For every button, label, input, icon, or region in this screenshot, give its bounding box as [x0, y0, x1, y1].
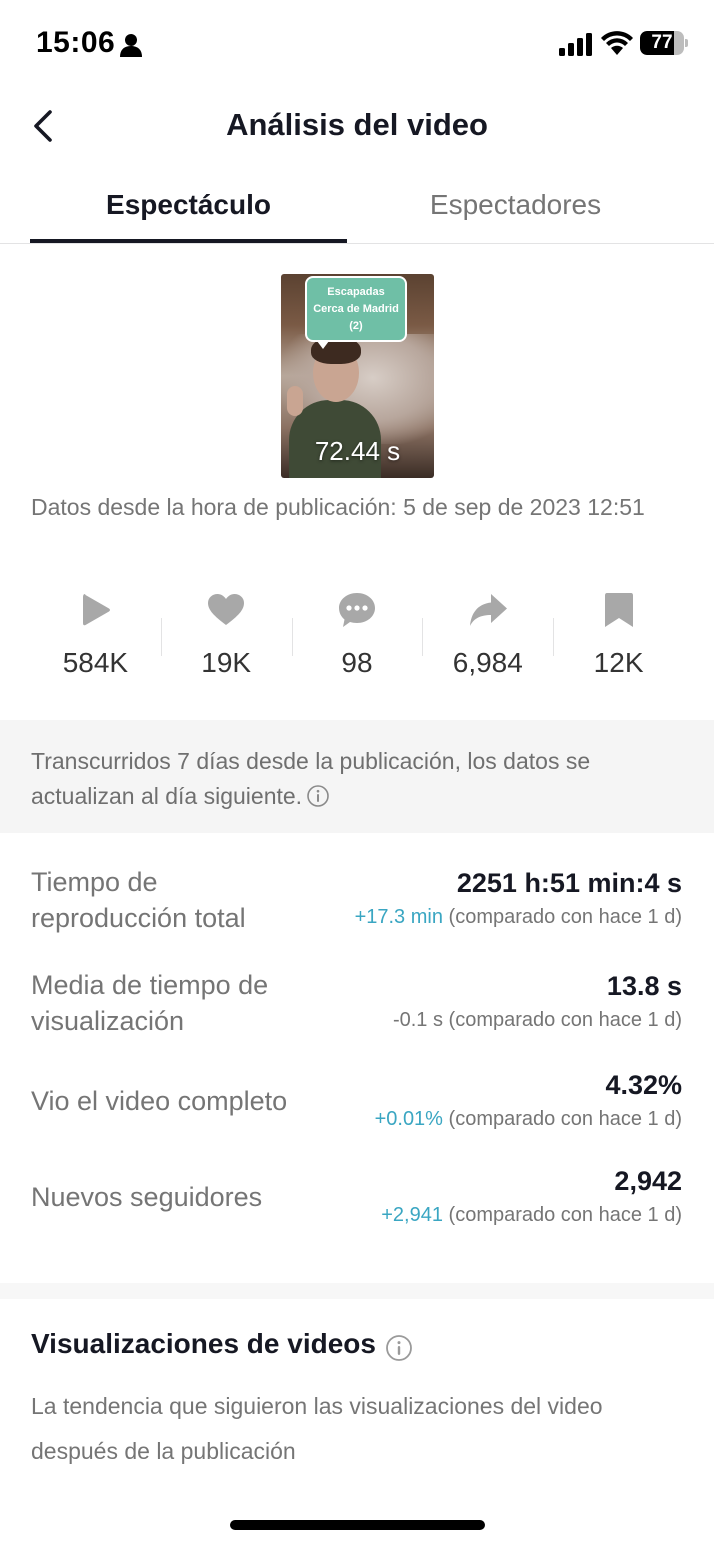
- metric-delta: +2,941: [381, 1204, 443, 1226]
- thumbnail-caption-line1: Escapadas: [327, 286, 385, 298]
- status-bar: 15:06 77: [0, 0, 714, 90]
- tab-espectaculo[interactable]: Espectáculo: [30, 170, 347, 243]
- metric-value: 2251 h:51 min:4 s: [456, 868, 682, 898]
- metric-comparison: (comparado con hace 1 d): [448, 906, 682, 928]
- metric-label: Nuevos seguidores: [31, 1182, 263, 1212]
- metric-label: visualización: [31, 1006, 185, 1036]
- metric-label: reproducción total: [31, 903, 246, 933]
- metric-value: 4.32%: [605, 1070, 682, 1100]
- metric-watched-full-video: Vio el video completo 4.32% +0.01% (comp…: [0, 1068, 714, 1138]
- stat-shares: 6,984: [422, 584, 553, 694]
- metric-value: 13.8 s: [606, 971, 682, 1001]
- metric-new-followers: Nuevos seguidores 2,942 +2,941 (comparad…: [0, 1164, 714, 1234]
- comment-icon: [338, 593, 375, 627]
- metric-label: Vio el video completo: [31, 1086, 288, 1116]
- metric-label: Media de tiempo de: [31, 970, 269, 1000]
- stat-value: 19K: [201, 647, 252, 678]
- section-title: Visualizaciones de videos: [31, 1328, 376, 1359]
- status-time: 15:06: [36, 26, 116, 59]
- metric-total-play-time: Tiempo de reproducción total 2251 h:51 m…: [0, 864, 714, 944]
- metric-comparison: (comparado con hace 1 d): [448, 1108, 682, 1130]
- engagement-stats: 584K 19K 98 6,984 12K: [30, 584, 684, 694]
- section-description: La tendencia que siguieron las visualiza…: [31, 1393, 603, 1464]
- section-divider: [0, 1283, 714, 1299]
- stat-value: 98: [341, 647, 373, 678]
- thumbnail-caption-bubble: Escapadas Cerca de Madrid (2): [305, 276, 407, 342]
- bookmark-icon: [604, 593, 633, 627]
- home-indicator[interactable]: [230, 1520, 485, 1530]
- header: Análisis del video: [0, 90, 714, 162]
- cellular-signal-icon: [559, 33, 592, 56]
- metric-value: 2,942: [614, 1166, 682, 1196]
- stat-value: 12K: [593, 647, 644, 678]
- share-icon: [469, 594, 507, 626]
- tab-espectadores[interactable]: Espectadores: [357, 170, 674, 243]
- tab-bar: Espectáculo Espectadores: [0, 170, 714, 244]
- metric-comparison: (comparado con hace 1 d): [448, 1009, 682, 1031]
- metric-average-watch-time: Media de tiempo de visualización 13.8 s …: [0, 967, 714, 1047]
- info-icon[interactable]: [385, 1334, 413, 1362]
- wifi-icon: [601, 31, 633, 55]
- stat-value: 584K: [62, 647, 129, 678]
- person-icon: [120, 34, 142, 57]
- battery-level: 77: [651, 32, 673, 53]
- metric-delta: -0.1 s: [392, 1009, 443, 1031]
- stat-comments: 98: [291, 584, 423, 694]
- info-icon[interactable]: [306, 784, 330, 808]
- metric-comparison: (comparado con hace 1 d): [448, 1204, 682, 1226]
- stat-likes: 19K: [160, 584, 292, 694]
- thumbnail-caption-line2: Cerca de Madrid: [313, 303, 399, 315]
- video-duration: 72.44 s: [314, 436, 401, 466]
- update-notice: Transcurridos 7 días desde la publicació…: [0, 720, 714, 833]
- metric-label: Tiempo de: [31, 867, 158, 897]
- stat-saves: 12K: [553, 584, 684, 694]
- stat-value: 6,984: [452, 647, 523, 678]
- play-icon: [83, 594, 111, 626]
- video-thumbnail[interactable]: Escapadas Cerca de Madrid (2) 72.44 s: [281, 274, 434, 478]
- active-tab-indicator: [30, 239, 347, 243]
- data-since-text: Datos desde la hora de publicación: 5 de…: [31, 494, 645, 520]
- metric-delta: +0.01%: [374, 1108, 443, 1130]
- stat-views: 584K: [30, 584, 161, 694]
- battery-icon: 77: [640, 31, 688, 55]
- heart-icon: [208, 594, 245, 625]
- thumbnail-caption-line3: (2): [349, 320, 363, 332]
- page-title: Análisis del video: [226, 107, 488, 142]
- metric-delta: +17.3 min: [354, 906, 443, 928]
